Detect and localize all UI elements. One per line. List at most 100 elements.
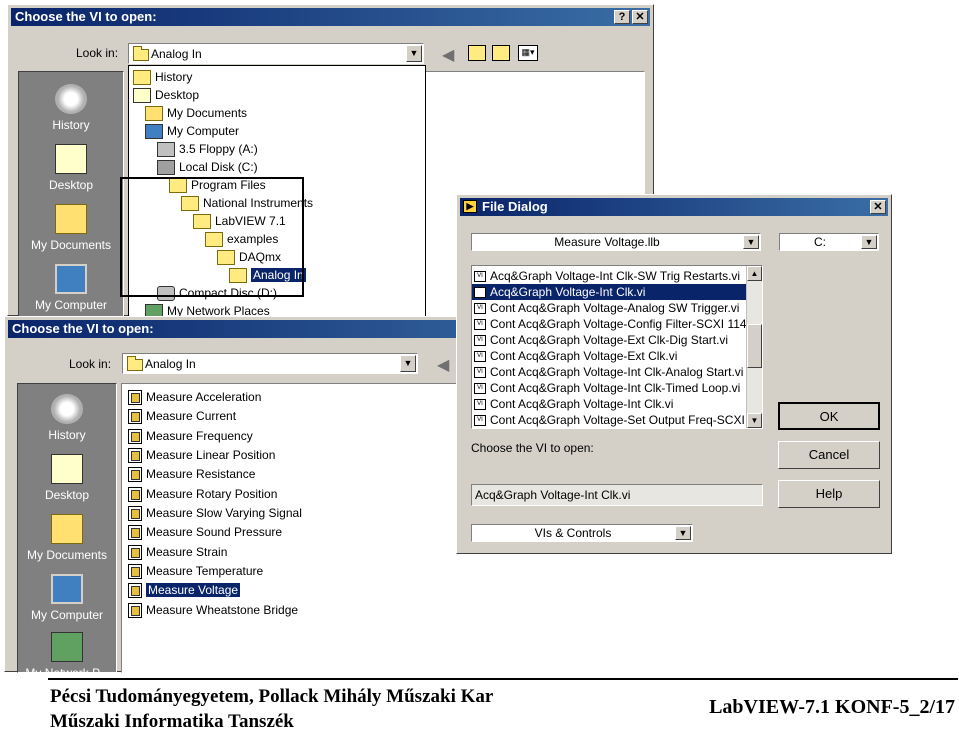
vi-item[interactable]: VI Cont Acq&Graph Voltage-Set Output Freq… (474, 412, 745, 428)
vi-icon: VI (474, 367, 486, 379)
vi-item[interactable]: VI Cont Acq&Graph Voltage-Ext Clk.vi (474, 348, 677, 364)
vi-icon: VI (474, 383, 486, 395)
places-desktop[interactable]: Desktop (19, 144, 123, 192)
chevron-down-icon[interactable]: ▼ (675, 526, 691, 540)
vi-icon: VI (474, 271, 486, 283)
file-item[interactable]: Measure Temperature (128, 562, 263, 580)
vi-item[interactable]: VI Cont Acq&Graph Voltage-Int Clk-Timed L… (474, 380, 740, 396)
file-item[interactable]: Measure Current (128, 407, 236, 425)
file-dialog-title: File Dialog (482, 199, 548, 214)
dropdown-item[interactable]: My Documents (145, 105, 247, 122)
file-item[interactable]: Measure Strain (128, 543, 227, 561)
file-item[interactable]: Measure Resistance (128, 465, 255, 483)
back-arrow-icon[interactable]: ◀ (442, 45, 454, 65)
chevron-down-icon[interactable]: ▼ (743, 235, 759, 249)
vi-list-scrollbar[interactable]: ▲ ▼ (746, 266, 762, 428)
vi-file-icon (128, 583, 142, 599)
new-folder-icon[interactable] (492, 45, 510, 61)
file-item[interactable]: Measure Slow Varying Signal (128, 504, 302, 522)
vi-icon: VI (474, 415, 486, 427)
footer-page-number: LabVIEW-7.1 KONF-5_2/17 (709, 696, 955, 718)
file-item[interactable]: Measure Frequency (128, 427, 253, 445)
dropdown-item[interactable]: Local Disk (C:) (157, 159, 258, 176)
scroll-thumb[interactable] (747, 324, 762, 368)
highlight-box (120, 177, 304, 297)
places-history[interactable]: History (19, 84, 123, 132)
places-my-documents[interactable]: My Documents (18, 514, 116, 562)
vi-item[interactable]: VI Cont Acq&Graph Voltage-Int Clk.vi (474, 396, 673, 412)
filter-combo[interactable]: VIs & Controls ▼ (471, 524, 693, 542)
vi-file-icon (128, 564, 142, 580)
ok-button[interactable]: OK (778, 402, 880, 430)
front-look-in-value: Analog In (145, 357, 196, 371)
folder-icon (127, 356, 143, 371)
vi-item[interactable]: VI Acq&Graph Voltage-Int Clk-SW Trig Rest… (474, 268, 740, 284)
filter-value: VIs & Controls (534, 526, 612, 540)
file-item[interactable]: Measure Sound Pressure (128, 523, 282, 541)
places-my-documents[interactable]: My Documents (19, 204, 123, 252)
vi-icon: VI (474, 319, 486, 331)
cancel-button[interactable]: Cancel (778, 441, 880, 469)
chevron-down-icon[interactable]: ▼ (861, 235, 877, 249)
vi-file-icon (128, 448, 142, 464)
front-look-in-combo[interactable]: Analog In ▼ (122, 353, 418, 374)
file-dialog-titlebar: ▶ File Dialog ✕ (460, 198, 888, 216)
filename-value: Acq&Graph Voltage-Int Clk.vi (475, 488, 631, 502)
vi-item[interactable]: VI Cont Acq&Graph Voltage-Int Clk-Analog … (474, 364, 743, 380)
vi-file-icon (128, 487, 142, 503)
help-button[interactable]: Help (778, 480, 880, 508)
dropdown-item[interactable]: History (133, 69, 192, 86)
help-title-button[interactable]: ? (614, 10, 630, 24)
vi-list[interactable]: VI Acq&Graph Voltage-Int Clk-SW Trig Rest… (471, 265, 763, 429)
back-dialog-title: Choose the VI to open: (15, 9, 157, 24)
file-item[interactable]: Measure Wheatstone Bridge (128, 601, 298, 619)
close-title-button[interactable]: ✕ (632, 10, 648, 24)
vi-file-icon (128, 525, 142, 541)
file-item-selected[interactable]: Measure Voltage (128, 581, 241, 599)
library-combo[interactable]: Measure Voltage.llb ▼ (471, 233, 761, 251)
choose-vi-label: Choose the VI to open: (471, 441, 594, 455)
vi-file-icon (128, 506, 142, 522)
dropdown-item[interactable]: 3.5 Floppy (A:) (157, 141, 258, 158)
file-item[interactable]: Measure Linear Position (128, 446, 275, 464)
footer-divider (48, 678, 958, 680)
desktop-icon (55, 144, 87, 174)
file-item[interactable]: Measure Rotary Position (128, 485, 277, 503)
vi-file-icon (128, 409, 142, 425)
chevron-down-icon[interactable]: ▼ (406, 45, 422, 62)
floppy-icon (157, 142, 175, 158)
places-my-network[interactable]: My Network P... (18, 632, 116, 680)
chevron-down-icon[interactable]: ▼ (400, 355, 416, 372)
places-history[interactable]: History (18, 394, 116, 442)
view-menu-icon[interactable]: ▦▾ (518, 45, 538, 61)
back-places-bar: History Desktop My Documents My Computer (18, 71, 124, 317)
file-item[interactable]: Measure Acceleration (128, 388, 261, 406)
file-dialog: ▶ File Dialog ✕ Measure Voltage.llb ▼ C:… (456, 194, 892, 554)
front-look-in-label: Look in: (69, 357, 112, 371)
up-folder-icon[interactable] (468, 45, 486, 61)
vi-file-icon (128, 429, 142, 445)
vi-item[interactable]: VI Cont Acq&Graph Voltage-Config Filter-S… (474, 316, 747, 332)
places-my-computer[interactable]: My Computer (18, 574, 116, 622)
dropdown-item[interactable]: My Computer (145, 123, 239, 140)
vi-file-icon (128, 603, 142, 619)
desktop-icon (133, 88, 151, 104)
network-icon (51, 632, 83, 662)
places-desktop[interactable]: Desktop (18, 454, 116, 502)
drive-combo[interactable]: C: ▼ (779, 233, 879, 251)
dropdown-item[interactable]: Desktop (133, 87, 199, 104)
filename-field[interactable]: Acq&Graph Voltage-Int Clk.vi (471, 484, 763, 506)
back-arrow-icon[interactable]: ◀ (437, 355, 449, 375)
vi-item[interactable]: VI Cont Acq&Graph Voltage-Ext Clk-Dig Sta… (474, 332, 728, 348)
vi-icon: VI (474, 303, 486, 315)
front-dialog-title: Choose the VI to open: (12, 321, 154, 336)
vi-item[interactable]: VI Cont Acq&Graph Voltage-Analog SW Trigg… (474, 300, 739, 316)
places-my-computer[interactable]: My Computer (19, 264, 123, 312)
scroll-down-arrow-icon[interactable]: ▼ (747, 413, 762, 428)
vi-file-icon (128, 467, 142, 483)
scroll-up-arrow-icon[interactable]: ▲ (747, 266, 762, 281)
back-look-in-combo[interactable]: Analog In ▼ (128, 43, 424, 64)
close-title-button[interactable]: ✕ (870, 200, 886, 214)
vi-item-selected[interactable]: VI Acq&Graph Voltage-Int Clk.vi (472, 284, 746, 300)
my-documents-icon (55, 204, 87, 234)
